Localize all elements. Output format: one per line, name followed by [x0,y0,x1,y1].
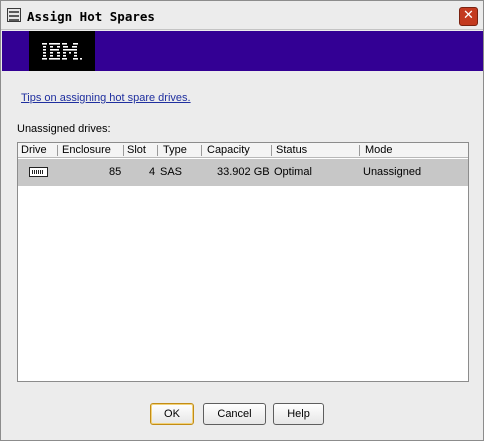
window-title: Assign Hot Spares [27,9,155,24]
cell-enclosure: 85 [109,166,122,178]
drives-table[interactable]: Drive Enclosure Slot Type Capacity Statu… [17,142,469,382]
column-separator[interactable] [157,145,158,156]
app-icon [7,8,21,22]
close-icon[interactable]: ✕ [459,7,478,26]
cancel-button[interactable]: Cancel [203,403,266,425]
column-header-mode[interactable]: Mode [365,144,393,157]
column-separator[interactable] [123,145,124,156]
cell-slot: 4 [149,166,156,178]
column-separator[interactable] [271,145,272,156]
title-bar[interactable]: Assign Hot Spares ✕ [1,1,483,30]
ibm-logo-icon [42,43,82,60]
ibm-logo [29,31,95,71]
assign-hot-spares-dialog: Assign Hot Spares ✕ Tips on assigning ho… [0,0,484,441]
help-button[interactable]: Help [273,403,324,425]
drive-icon [29,167,48,177]
unassigned-drives-label: Unassigned drives: [17,123,111,135]
column-separator[interactable] [359,145,360,156]
table-row[interactable]: 85 4 SAS 33.902 GB Optimal Unassigned [18,159,468,186]
cell-mode: Unassigned [363,166,422,178]
cell-status: Optimal [274,166,312,178]
table-header: Drive Enclosure Slot Type Capacity Statu… [18,143,468,158]
tips-link[interactable]: Tips on assigning hot spare drives. [21,92,191,104]
cell-capacity: 33.902 GB [217,166,270,178]
column-header-type[interactable]: Type [163,144,187,157]
column-header-enclosure[interactable]: Enclosure [62,144,111,157]
cell-type: SAS [160,166,183,178]
ok-button[interactable]: OK [150,403,194,425]
column-header-slot[interactable]: Slot [127,144,146,157]
column-header-status[interactable]: Status [276,144,307,157]
brand-banner [2,31,483,71]
column-separator[interactable] [201,145,202,156]
column-header-drive[interactable]: Drive [21,144,47,157]
column-separator[interactable] [57,145,58,156]
column-header-capacity[interactable]: Capacity [207,144,250,157]
